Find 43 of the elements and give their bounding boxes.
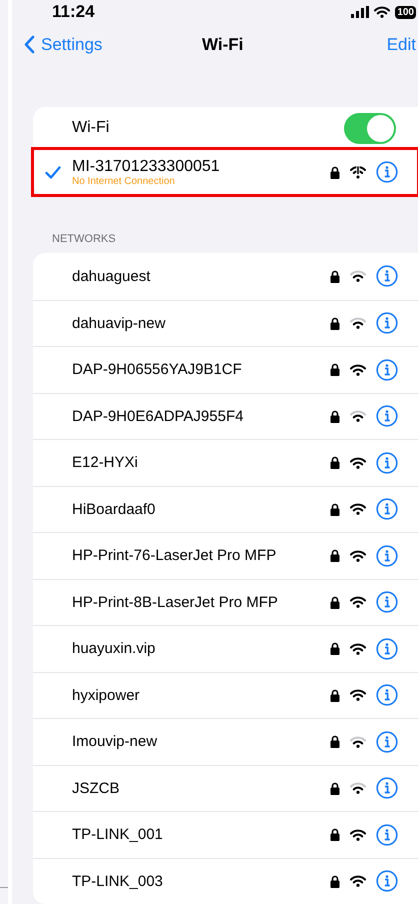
connection-status: No Internet Connection (72, 176, 176, 186)
info-button[interactable] (376, 498, 398, 520)
info-button[interactable] (376, 824, 398, 846)
info-button[interactable] (376, 870, 398, 892)
wifi-label: Wi-Fi (72, 119, 110, 137)
network-name[interactable]: HP-Print-76-LaserJet Pro MFP (72, 547, 330, 564)
battery-level: 100 (395, 6, 416, 19)
network-name[interactable]: Imouvip-new (72, 733, 330, 750)
network-name[interactable]: E12-HYXi (72, 454, 330, 472)
status-time: 11:24 (52, 2, 95, 22)
page-title: Wi-Fi (202, 34, 244, 55)
info-button[interactable] (376, 161, 398, 183)
info-button[interactable] (376, 312, 398, 334)
info-button[interactable] (376, 684, 398, 706)
signal-icon (351, 6, 370, 18)
info-button[interactable] (376, 544, 398, 567)
edit-button[interactable]: Edit (386, 34, 416, 55)
wifi-icon (374, 6, 390, 18)
info-button[interactable] (376, 777, 398, 800)
network-name[interactable]: HP-Print-8B-LaserJet Pro MFP (72, 594, 330, 611)
info-button[interactable] (376, 358, 398, 381)
section-header: NETWORKS (52, 233, 117, 245)
network-name[interactable]: huayuxin.vip (72, 640, 330, 658)
network-name[interactable]: JSZCB (72, 780, 330, 797)
network-name[interactable]: DAP-9H06556YAJ9B1CF (72, 361, 330, 378)
network-name[interactable]: hyxipower (72, 686, 330, 704)
info-button[interactable] (376, 405, 398, 428)
wifi-toggle[interactable] (344, 112, 396, 144)
network-name[interactable]: DAP-9H0E6ADPAJ955F4 (72, 408, 330, 425)
info-button[interactable] (376, 591, 398, 614)
network-name[interactable]: HiBoardaaf0 (72, 500, 330, 518)
chevron-icon (24, 35, 35, 54)
info-button[interactable] (376, 730, 398, 753)
info-button[interactable] (376, 638, 398, 660)
network-name: MI-31701233300051 (72, 158, 221, 176)
info-button[interactable] (376, 265, 398, 288)
wifi-alert-icon (350, 165, 366, 179)
network-name[interactable]: TP-LINK_001 (72, 826, 330, 844)
info-button[interactable] (376, 452, 398, 474)
network-name[interactable]: dahuaguest (72, 268, 330, 285)
network-name[interactable]: TP-LINK_003 (72, 872, 330, 890)
back-button[interactable]: Settings (24, 34, 102, 55)
network-name[interactable]: dahuavip-new (72, 314, 330, 332)
